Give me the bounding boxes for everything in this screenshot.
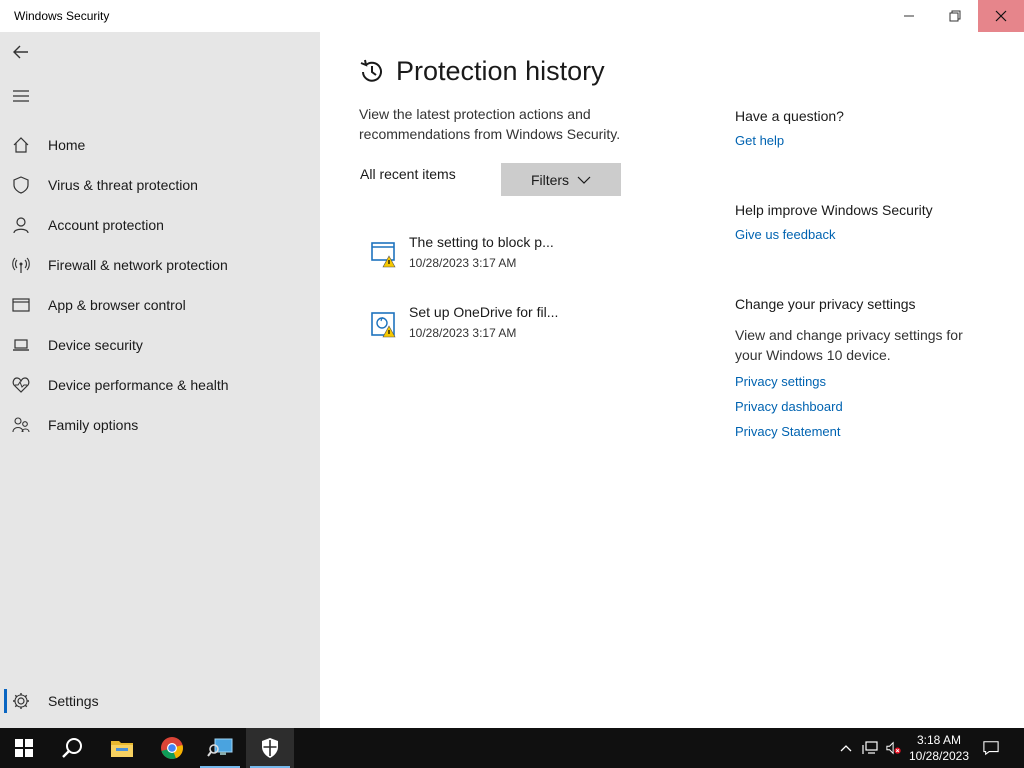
minimize-icon <box>904 15 914 17</box>
sidebar-item-app-browser[interactable]: App & browser control <box>0 285 320 325</box>
notification-icon <box>983 741 999 756</box>
folder-icon <box>111 741 133 757</box>
show-hidden-icons-button[interactable] <box>838 740 854 756</box>
filters-button[interactable]: Filters <box>501 163 621 196</box>
gear-icon <box>11 691 31 711</box>
recent-items-label: All recent items <box>360 166 456 182</box>
history-item-title: The setting to block p... <box>409 234 554 250</box>
privacy-dashboard-link[interactable]: Privacy dashboard <box>735 399 995 414</box>
folder-sync-warning-icon <box>371 312 396 338</box>
window-title: Windows Security <box>14 9 110 23</box>
start-button[interactable] <box>0 728 48 768</box>
chevron-up-icon <box>840 745 852 752</box>
volume-button[interactable] <box>886 740 902 756</box>
privacy-heading: Change your privacy settings <box>735 296 916 312</box>
main-content: Protection history View the latest prote… <box>320 32 1024 728</box>
privacy-statement-link[interactable]: Privacy Statement <box>735 424 995 439</box>
sidebar-item-label: Device security <box>48 337 143 353</box>
history-icon <box>360 59 382 82</box>
windows-security-taskbar-button[interactable] <box>246 728 294 768</box>
home-icon <box>11 135 31 155</box>
volume-muted-icon <box>886 741 901 755</box>
sidebar-item-label: Family options <box>48 417 139 433</box>
sidebar-item-label: App & browser control <box>48 297 186 313</box>
history-item-time: 10/28/2023 3:17 AM <box>409 326 517 340</box>
restore-icon <box>949 10 961 22</box>
improve-heading: Help improve Windows Security <box>735 202 933 218</box>
family-icon <box>11 415 31 435</box>
search-button[interactable] <box>48 728 96 768</box>
sidebar-item-performance[interactable]: Device performance & health <box>0 365 320 405</box>
history-item-time: 10/28/2023 3:17 AM <box>409 256 517 270</box>
history-item[interactable]: The setting to block p... 10/28/2023 3:1… <box>368 234 598 280</box>
clock-date: 10/28/2023 <box>908 749 970 763</box>
chevron-down-icon <box>577 176 591 184</box>
improve-section: Help improve Windows Security Give us fe… <box>735 202 995 242</box>
shield-icon <box>11 175 31 195</box>
clock-time: 3:18 AM <box>916 733 962 747</box>
remote-app-button[interactable] <box>196 728 244 768</box>
sidebar-item-firewall[interactable]: Firewall & network protection <box>0 245 320 285</box>
windows-logo-icon <box>15 739 33 757</box>
selection-marker <box>4 689 7 713</box>
search-icon <box>62 738 82 758</box>
privacy-text: View and change privacy settings for you… <box>735 327 963 363</box>
chrome-button[interactable] <box>148 728 196 768</box>
back-button[interactable] <box>12 43 30 61</box>
hamburger-icon <box>13 90 29 102</box>
hamburger-menu-button[interactable] <box>12 87 30 105</box>
laptop-icon <box>11 335 31 355</box>
sidebar-item-family[interactable]: Family options <box>0 405 320 445</box>
action-center-button[interactable] <box>983 740 999 756</box>
sidebar-item-label: Account protection <box>48 217 164 233</box>
history-item[interactable]: Set up OneDrive for fil... 10/28/2023 3:… <box>368 304 598 350</box>
sidebar-item-label: Settings <box>48 693 99 709</box>
sidebar-item-settings[interactable]: Settings <box>0 681 320 721</box>
sidebar-item-label: Device performance & health <box>48 377 229 393</box>
close-button[interactable] <box>978 0 1024 32</box>
title-bar: Windows Security <box>0 0 1024 32</box>
filters-label: Filters <box>530 171 570 188</box>
sidebar-item-home[interactable]: Home <box>0 125 320 165</box>
monitor-magnifier-icon <box>207 738 233 757</box>
file-explorer-button[interactable] <box>98 728 146 768</box>
minimize-button[interactable] <box>886 0 932 32</box>
close-icon <box>995 10 1007 22</box>
shield-icon <box>262 738 278 758</box>
chrome-icon <box>161 737 183 760</box>
back-arrow-icon <box>13 45 28 59</box>
sidebar-item-device-security[interactable]: Device security <box>0 325 320 365</box>
taskbar-clock[interactable]: 3:18 AM 10/28/2023 <box>904 732 974 764</box>
network-icon <box>862 741 878 754</box>
sidebar-item-account[interactable]: Account protection <box>0 205 320 245</box>
sidebar: Home Virus & threat protection Account p… <box>0 32 320 728</box>
heart-pulse-icon <box>11 375 31 395</box>
get-help-link[interactable]: Get help <box>735 133 995 148</box>
sidebar-item-label: Firewall & network protection <box>48 257 228 273</box>
feedback-link[interactable]: Give us feedback <box>735 227 995 242</box>
history-item-title: Set up OneDrive for fil... <box>409 304 559 320</box>
question-heading: Have a question? <box>735 108 844 124</box>
page-title: Protection history <box>396 56 605 86</box>
question-section: Have a question? Get help <box>735 108 995 148</box>
app-warning-icon <box>371 242 396 268</box>
person-icon <box>11 215 31 235</box>
antenna-icon <box>11 255 31 275</box>
sidebar-item-label: Virus & threat protection <box>48 177 198 193</box>
taskbar: 3:18 AM 10/28/2023 <box>0 728 1024 768</box>
network-button[interactable] <box>862 740 878 756</box>
page-description: View the latest protection actions and r… <box>359 106 621 142</box>
browser-window-icon <box>11 295 31 315</box>
restore-button[interactable] <box>932 0 978 32</box>
privacy-section: Change your privacy settings View and ch… <box>735 296 995 439</box>
sidebar-item-virus-threat[interactable]: Virus & threat protection <box>0 165 320 205</box>
sidebar-item-label: Home <box>48 137 86 153</box>
privacy-settings-link[interactable]: Privacy settings <box>735 374 995 389</box>
